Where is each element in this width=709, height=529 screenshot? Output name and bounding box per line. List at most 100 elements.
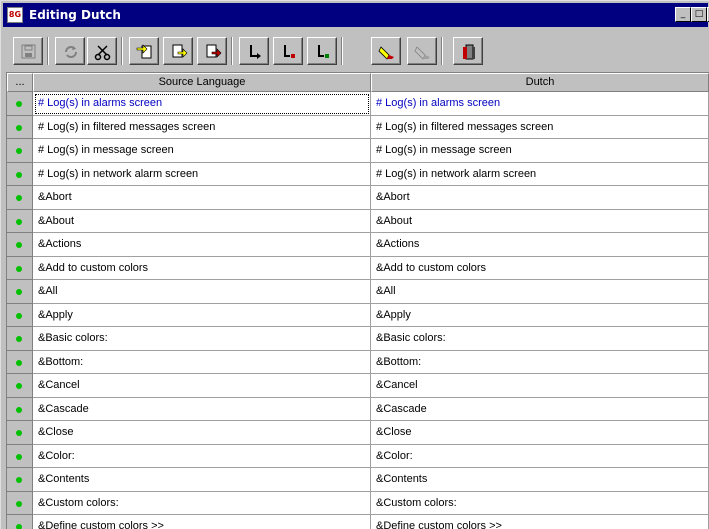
table-row[interactable]: &Abort &Abort [7,186,709,210]
source-text-cell[interactable]: # Log(s) in message screen [33,139,371,163]
jump-button-2[interactable] [273,37,303,65]
source-text-cell[interactable]: &Close [33,421,371,445]
table-row[interactable]: &All &All [7,280,709,304]
dutch-text-cell[interactable]: &Custom colors: [371,491,709,515]
source-language-column-header[interactable]: Source Language [33,73,371,92]
row-status-cell[interactable] [7,468,33,492]
source-text-cell[interactable]: &Apply [33,303,371,327]
status-dot-icon [16,218,22,225]
table-row[interactable]: # Log(s) in network alarm screen # Log(s)… [7,162,709,186]
source-text-cell[interactable]: &Contents [33,468,371,492]
app-icon[interactable]: 8G [7,7,23,23]
dutch-text-cell[interactable]: &Contents [371,468,709,492]
highlight-clear-button[interactable] [407,37,437,65]
source-text-cell[interactable]: &Custom colors: [33,491,371,515]
table-row[interactable]: &Add to custom colors &Add to custom colo… [7,256,709,280]
import-button-2[interactable] [163,37,193,65]
row-status-cell[interactable] [7,92,33,116]
table-row[interactable]: &Color: &Color: [7,444,709,468]
dutch-text-cell[interactable]: &Actions [371,233,709,257]
table-row[interactable]: &Contents &Contents [7,468,709,492]
dutch-text-cell[interactable]: &About [371,209,709,233]
table-row[interactable]: &Define custom colors >> &Define custom c… [7,515,709,529]
row-status-cell[interactable] [7,139,33,163]
table-row[interactable]: &Basic colors: &Basic colors: [7,327,709,351]
row-status-cell[interactable] [7,303,33,327]
title-bar[interactable]: 8G Editing Dutch _ □ × [3,3,709,27]
dutch-text-cell[interactable]: &Close [371,421,709,445]
source-text-cell[interactable]: &Cancel [33,374,371,398]
row-status-cell[interactable] [7,444,33,468]
dutch-text-cell[interactable]: &All [371,280,709,304]
table-row[interactable]: &About &About [7,209,709,233]
table-row[interactable]: # Log(s) in message screen # Log(s) in me… [7,139,709,163]
dutch-text-cell[interactable]: &Cancel [371,374,709,398]
table-row[interactable]: &Apply &Apply [7,303,709,327]
dutch-text-cell[interactable]: # Log(s) in network alarm screen [371,162,709,186]
source-text-cell[interactable]: &Actions [33,233,371,257]
import-button-3[interactable] [197,37,227,65]
dutch-text-cell[interactable]: &Add to custom colors [371,256,709,280]
dutch-text-cell[interactable]: # Log(s) in alarms screen [371,92,709,116]
row-status-cell[interactable] [7,256,33,280]
source-text-cell[interactable]: &Basic colors: [33,327,371,351]
source-text-cell[interactable]: &Abort [33,186,371,210]
row-status-cell[interactable] [7,186,33,210]
dutch-text-cell[interactable]: &Cascade [371,397,709,421]
dutch-text-cell[interactable]: &Define custom colors >> [371,515,709,529]
maximize-button[interactable]: □ [691,7,707,22]
minimize-button[interactable]: _ [675,7,691,22]
row-status-cell[interactable] [7,209,33,233]
status-dot-icon [16,383,22,389]
source-text-cell[interactable]: &Define custom colors >> [33,515,371,529]
table-row[interactable]: &Bottom: &Bottom: [7,350,709,374]
source-text-cell[interactable]: &Color: [33,444,371,468]
exit-button[interactable] [453,37,483,65]
row-status-cell[interactable] [7,280,33,304]
cut-button[interactable] [87,37,117,65]
row-status-cell[interactable] [7,162,33,186]
source-text-cell[interactable]: &Cascade [33,397,371,421]
highlight-button[interactable] [371,37,401,65]
dutch-text-cell[interactable]: &Abort [371,186,709,210]
dutch-text-cell[interactable]: &Basic colors: [371,327,709,351]
row-status-cell[interactable] [7,515,33,529]
row-status-cell[interactable] [7,374,33,398]
dutch-text-cell[interactable]: # Log(s) in filtered messages screen [371,115,709,139]
source-text-cell[interactable]: # Log(s) in alarms screen [33,92,371,116]
dutch-text-cell[interactable]: &Bottom: [371,350,709,374]
row-status-cell[interactable] [7,421,33,445]
row-status-cell[interactable] [7,491,33,515]
row-status-cell[interactable] [7,233,33,257]
import-button-1[interactable] [129,37,159,65]
document-arrow-icon [172,44,188,58]
source-text-cell[interactable]: # Log(s) in network alarm screen [33,162,371,186]
dutch-text-cell[interactable]: &Color: [371,444,709,468]
row-status-cell[interactable] [7,397,33,421]
source-text-cell[interactable]: &Add to custom colors [33,256,371,280]
source-text-cell[interactable]: # Log(s) in filtered messages screen [33,115,371,139]
table-row[interactable]: &Cascade &Cascade [7,397,709,421]
table-row[interactable]: &Actions &Actions [7,233,709,257]
table-row[interactable]: &Close &Close [7,421,709,445]
save-button[interactable] [13,37,43,65]
dutch-text-cell[interactable]: &Apply [371,303,709,327]
source-text-cell[interactable]: &Bottom: [33,350,371,374]
toolbar-separator [121,37,123,65]
table-row[interactable]: # Log(s) in filtered messages screen # Lo… [7,115,709,139]
refresh-button[interactable] [55,37,85,65]
dutch-column-header[interactable]: Dutch [371,73,709,92]
indicator-column-header[interactable]: ... [7,73,33,92]
document-red-arrow-icon [206,44,222,58]
row-status-cell[interactable] [7,350,33,374]
source-text-cell[interactable]: &All [33,280,371,304]
jump-button-3[interactable] [307,37,337,65]
source-text-cell[interactable]: &About [33,209,371,233]
table-row[interactable]: &Cancel &Cancel [7,374,709,398]
dutch-text-cell[interactable]: # Log(s) in message screen [371,139,709,163]
table-row[interactable]: &Custom colors: &Custom colors: [7,491,709,515]
row-status-cell[interactable] [7,327,33,351]
table-row[interactable]: # Log(s) in alarms screen # Log(s) in ala… [7,92,709,116]
jump-button-1[interactable] [239,37,269,65]
row-status-cell[interactable] [7,115,33,139]
